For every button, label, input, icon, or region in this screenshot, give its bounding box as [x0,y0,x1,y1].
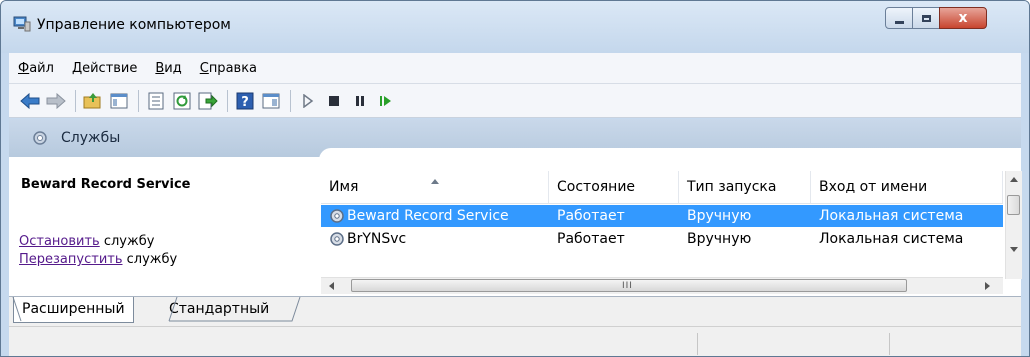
services-gear-icon [33,131,47,145]
up-level-button[interactable] [82,90,104,112]
minimize-button[interactable] [885,7,913,29]
menu-bar: Файл Действие Вид Справка [9,53,1021,84]
resume-service-button[interactable] [375,90,397,112]
vertical-scroll-thumb[interactable] [1007,195,1020,215]
service-gear-icon [330,209,344,223]
column-header-startup[interactable]: Тип запуска [679,171,811,203]
window-title: Управление компьютером [37,17,231,33]
help-icon: ? [236,92,254,110]
vertical-scrollbar[interactable] [1005,171,1022,279]
stop-service-link[interactable]: Остановить [19,234,100,249]
view-button[interactable] [260,90,282,112]
properties-icon [148,92,164,109]
computer-management-icon [13,16,31,32]
view-icon [262,93,280,108]
stop-service-button[interactable] [323,90,345,112]
computer-management-window: Управление компьютером x Файл Действие В… [0,0,1030,357]
refresh-button[interactable] [171,90,193,112]
close-icon: x [958,10,968,26]
show-tree-button[interactable] [108,90,130,112]
start-icon [303,93,314,108]
cell-logon: Локальная система [819,231,964,247]
horizontal-scroll-thumb[interactable]: III [351,279,907,292]
start-service-button[interactable] [297,90,319,112]
title-bar[interactable]: Управление компьютером x [1,1,1029,53]
up-folder-icon [83,92,101,108]
close-button[interactable]: x [939,7,987,29]
export-icon [198,92,218,109]
menu-help[interactable]: Справка [191,61,266,76]
toolbar: ? [9,84,1021,118]
table-row[interactable]: Beward Record Service Работает Вручную Л… [321,205,1003,227]
back-icon [20,92,40,109]
maximize-icon [921,14,931,22]
cell-name: Beward Record Service [347,208,509,224]
scroll-grip: III [622,281,633,291]
description-pane: Beward Record Service Остановить службу … [9,157,321,277]
pause-icon [356,95,364,106]
properties-button[interactable] [145,90,167,112]
cell-startup: Вручную [687,208,752,224]
stop-service-suffix: службу [99,234,155,249]
table-row[interactable]: BrYNSvc Работает Вручную Локальная систе… [321,228,1003,250]
cell-logon: Локальная система [819,208,964,224]
resume-icon [380,95,391,106]
toolbar-separator [75,89,76,112]
scroll-left-icon[interactable] [329,282,334,290]
tab-outline [12,297,301,322]
show-tree-icon [110,93,128,108]
restart-service-suffix: службу [122,252,178,267]
selected-service-name: Beward Record Service [21,177,191,192]
services-title: Службы [61,130,121,146]
column-header-logon[interactable]: Вход от имени [811,171,1003,203]
forward-button[interactable] [45,90,67,112]
content-area: Службы Beward Record Service Остановить … [9,119,1022,356]
status-divider [697,333,698,355]
forward-icon [46,92,66,109]
scroll-down-icon[interactable] [1010,247,1018,252]
cell-state: Работает [557,208,625,224]
sort-ascending-icon [431,179,439,184]
back-button[interactable] [19,90,41,112]
service-actions: Остановить службу Перезапустить службу [19,233,177,269]
refresh-icon [173,92,191,109]
svg-text:?: ? [241,95,249,110]
services-list: Имя Состояние Тип запуска Вход от имени … [321,157,1022,297]
scroll-right-icon[interactable] [985,282,990,290]
list-header: Имя Состояние Тип запуска Вход от имени [321,171,1003,204]
minimize-icon [894,20,904,24]
cell-startup: Вручную [687,231,752,247]
help-button[interactable]: ? [234,90,256,112]
service-gear-icon [330,232,344,246]
menu-view[interactable]: Вид [146,61,190,76]
pause-service-button[interactable] [349,90,371,112]
maximize-button[interactable] [912,7,940,29]
export-button[interactable] [197,90,219,112]
toolbar-separator [227,89,228,112]
column-header-state[interactable]: Состояние [549,171,679,203]
view-tabs: Расширенный Стандартный [9,296,1021,327]
toolbar-separator [290,89,291,112]
stop-icon [329,95,339,106]
scroll-up-icon[interactable] [1010,177,1018,182]
horizontal-scrollbar[interactable]: III [321,277,1003,294]
cell-state: Работает [557,231,625,247]
menu-file[interactable]: Файл [9,61,63,76]
restart-service-link[interactable]: Перезапустить [19,252,123,267]
column-header-name[interactable]: Имя [321,171,549,203]
status-divider [889,333,890,355]
status-bar [9,326,1021,356]
toolbar-separator [138,89,139,112]
cell-name: BrYNSvc [347,231,407,247]
menu-action[interactable]: Действие [63,61,146,76]
